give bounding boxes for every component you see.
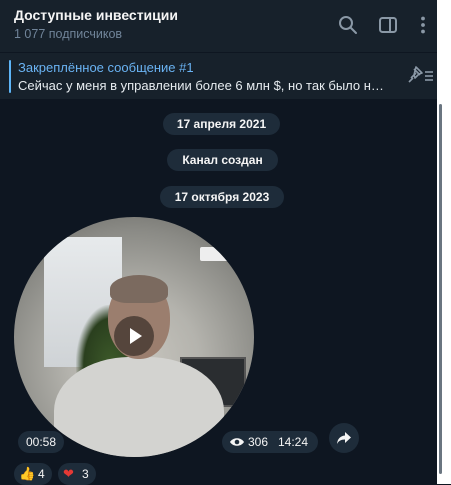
video-duration: 00:58 — [18, 431, 64, 453]
pinned-message-bar[interactable]: Закреплённое сообщение #1 Сейчас у меня … — [0, 53, 437, 99]
reaction-count: 4 — [38, 467, 45, 481]
pinned-accent-bar — [9, 60, 11, 93]
reaction-heart[interactable]: ❤ 3 — [58, 463, 96, 485]
reaction-thumbs-up[interactable]: 👍 4 — [14, 463, 52, 485]
message-meta: 306 14:24 — [222, 431, 318, 453]
pin-list-icon[interactable] — [405, 64, 435, 86]
date-separator: 17 октября 2023 — [160, 186, 284, 208]
thumbs-up-icon: 👍 — [19, 466, 36, 481]
date-separator: 17 апреля 2021 — [163, 113, 280, 135]
channel-title[interactable]: Доступные инвестиции — [14, 7, 178, 23]
more-icon[interactable] — [412, 14, 434, 36]
share-icon — [337, 432, 351, 444]
service-message: Канал создан — [167, 149, 278, 171]
play-button[interactable] — [114, 316, 154, 356]
scrollbar[interactable] — [439, 104, 442, 474]
message-time: 14:24 — [278, 435, 309, 449]
video-message[interactable] — [14, 217, 254, 457]
pinned-text: Сейчас у меня в управлении более 6 млн $… — [18, 78, 390, 93]
view-count: 306 — [248, 435, 269, 449]
eye-icon — [230, 438, 244, 446]
heart-icon: ❤ — [63, 466, 74, 481]
chat-header: Доступные инвестиции 1 077 подписчиков — [0, 0, 437, 52]
video-frame-person-hair — [110, 275, 168, 303]
video-frame-ac — [200, 247, 246, 261]
share-button[interactable] — [329, 423, 359, 453]
sidebar-toggle-icon[interactable] — [377, 14, 399, 36]
play-icon — [130, 328, 142, 344]
subscriber-count: 1 077 подписчиков — [14, 27, 123, 41]
search-icon[interactable] — [337, 14, 359, 36]
reaction-count: 3 — [82, 467, 89, 481]
pinned-title: Закреплённое сообщение #1 — [18, 60, 194, 75]
video-frame-person-body — [54, 357, 224, 457]
